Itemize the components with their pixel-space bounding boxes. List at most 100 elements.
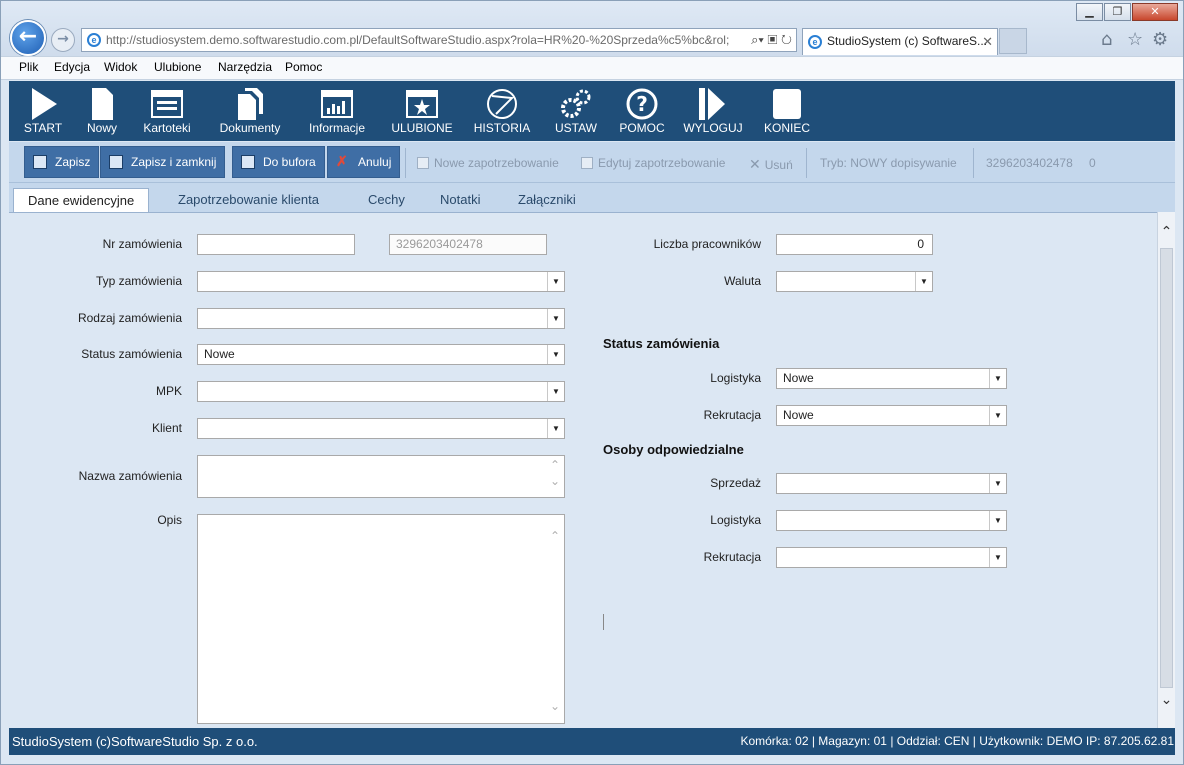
pracownicy-label: Liczba pracowników <box>653 237 761 251</box>
textarea-scrollbar[interactable]: ⌃ ⌄ <box>546 515 564 723</box>
record-id-text: 3296203402478 <box>986 156 1073 170</box>
gear-icon[interactable]: ⚙ <box>1152 29 1168 50</box>
chevron-down-icon[interactable]: ▼ <box>547 309 564 328</box>
toolbar-ustaw-button[interactable]: USTAW <box>547 81 605 141</box>
menu-narzedzia[interactable]: Narzędzia <box>218 60 272 74</box>
toolbar-kartoteki-button[interactable]: Kartoteki <box>135 81 199 141</box>
tab-dane-ewidencyjne[interactable]: Dane ewidencyjne <box>13 188 150 213</box>
to-buffer-button[interactable]: Do bufora <box>232 146 325 178</box>
typ-select[interactable]: ▼ <box>197 271 565 292</box>
svg-text:?: ? <box>636 92 648 116</box>
textarea-scrollbar[interactable]: ⌃ ⌄ <box>546 456 564 497</box>
nazwa-textarea[interactable]: ⌃ ⌄ <box>197 455 565 498</box>
menu-pomoc[interactable]: Pomoc <box>285 60 322 74</box>
address-bar[interactable]: e http://studiosystem.demo.softwarestudi… <box>81 28 797 52</box>
new-tab-button[interactable] <box>999 28 1027 54</box>
counter-text: 0 <box>1089 156 1096 170</box>
new-doc-icon <box>417 157 429 169</box>
url-text: http://studiosystem.demo.softwarestudio.… <box>106 33 730 47</box>
rekrutacja-select[interactable]: Nowe ▼ <box>776 405 1007 426</box>
browser-window: ▁ ❐ ✕ ← → e http://studiosystem.demo.sof… <box>0 0 1184 765</box>
chevron-down-icon[interactable]: ▼ <box>547 272 564 291</box>
tab-zalaczniki[interactable]: Załączniki <box>504 188 590 213</box>
mpk-label: MPK <box>155 384 182 398</box>
ie-tab-icon: e <box>808 35 822 49</box>
tab-notatki[interactable]: Notatki <box>426 188 494 213</box>
opis-label: Opis <box>157 513 182 527</box>
menu-plik[interactable]: Plik <box>19 60 38 74</box>
nr-generated-input: 3296203402478 <box>389 234 547 255</box>
chevron-down-icon[interactable]: ▼ <box>989 406 1006 425</box>
mpk-select[interactable]: ▼ <box>197 381 565 402</box>
star-window-icon <box>406 90 438 118</box>
compatibility-icon[interactable]: ▣ <box>768 32 778 47</box>
menu-edycja[interactable]: Edycja <box>54 60 90 74</box>
toolbar-dokumenty-button[interactable]: Dokumenty <box>213 81 287 141</box>
floppy-icon <box>33 155 47 169</box>
sprzedaz-select[interactable]: ▼ <box>776 473 1007 494</box>
toolbar-informacje-button[interactable]: Informacje <box>301 81 373 141</box>
search-icon[interactable]: ⌕▾ <box>751 32 764 47</box>
close-window-button[interactable]: ✕ <box>1132 3 1178 21</box>
klient-select[interactable]: ▼ <box>197 418 565 439</box>
mode-text: Tryb: NOWY dopisywanie <box>820 156 957 170</box>
status-select[interactable]: Nowe ▼ <box>197 344 565 365</box>
tab-close-icon[interactable]: ✕ <box>982 29 993 54</box>
toolbar-new-button[interactable]: Nowy <box>77 81 127 141</box>
chevron-down-icon[interactable]: ▼ <box>989 474 1006 493</box>
nazwa-label: Nazwa zamówienia <box>78 469 182 483</box>
opis-textarea[interactable]: ⌃ ⌄ <box>197 514 565 724</box>
logistyka-select[interactable]: Nowe ▼ <box>776 368 1007 389</box>
browser-tab[interactable]: e StudioSystem (c) SoftwareS... ✕ <box>802 28 998 55</box>
chevron-down-icon[interactable]: ▼ <box>989 548 1006 567</box>
chevron-down-icon[interactable]: ▼ <box>547 345 564 364</box>
help-icon: ? <box>626 88 658 120</box>
history-icon <box>487 89 517 119</box>
copyright-text: StudioSystem (c)SoftwareStudio Sp. z o.o… <box>12 734 258 749</box>
os-rekrutacja-select[interactable]: ▼ <box>776 547 1007 568</box>
save-close-button[interactable]: Zapisz i zamknij <box>100 146 226 178</box>
status-label: Status zamówienia <box>81 347 182 361</box>
menu-widok[interactable]: Widok <box>104 60 137 74</box>
status-bar: StudioSystem (c)SoftwareStudio Sp. z o.o… <box>9 728 1175 755</box>
toolbar-pomoc-button[interactable]: ? POMOC <box>613 81 671 141</box>
scroll-up-icon[interactable]: ⌃ <box>1158 224 1175 240</box>
favorites-star-icon[interactable]: ☆ <box>1127 29 1143 50</box>
tab-cechy[interactable]: Cechy <box>354 188 419 213</box>
page-scrollbar[interactable]: ⌃ ⌄ <box>1157 212 1175 728</box>
toolbar-ulubione-button[interactable]: ULUBIONE <box>387 81 457 141</box>
chevron-down-icon[interactable]: ▼ <box>915 272 932 291</box>
tab-zapotrzebowanie-klienta[interactable]: Zapotrzebowanie klienta <box>164 188 333 213</box>
rodzaj-select[interactable]: ▼ <box>197 308 565 329</box>
new-request-button[interactable]: Nowe zapotrzebowanie <box>417 156 559 170</box>
scroll-down-icon[interactable]: ⌄ <box>1158 692 1175 708</box>
chevron-down-icon[interactable]: ▼ <box>989 369 1006 388</box>
refresh-icon[interactable]: ↻ <box>781 32 792 47</box>
pracownicy-input[interactable]: 0 <box>776 234 933 255</box>
waluta-select[interactable]: ▼ <box>776 271 933 292</box>
scroll-thumb[interactable] <box>1160 248 1173 688</box>
toolbar-start-button[interactable]: START <box>17 81 69 141</box>
home-icon[interactable]: ⌂ <box>1101 29 1112 50</box>
menu-ulubione[interactable]: Ulubione <box>154 60 201 74</box>
minimize-button[interactable]: ▁ <box>1076 3 1103 21</box>
delete-button[interactable]: ✕ Usuń <box>749 156 793 173</box>
toolbar-koniec-button[interactable]: KONIEC <box>757 81 817 141</box>
back-button[interactable]: ← <box>10 20 46 56</box>
maximize-button[interactable]: ❐ <box>1104 3 1131 21</box>
forward-button[interactable]: → <box>51 28 75 52</box>
chevron-down-icon[interactable]: ▼ <box>547 419 564 438</box>
toolbar-historia-button[interactable]: HISTORIA <box>469 81 535 141</box>
edit-request-button[interactable]: Edytuj zapotrzebowanie <box>581 156 725 170</box>
toolbar-wyloguj-button[interactable]: WYLOGUJ <box>681 81 745 141</box>
cards-window-icon <box>151 90 183 118</box>
nr-input[interactable] <box>197 234 355 255</box>
cancel-button[interactable]: ✗ Anuluj <box>327 146 401 178</box>
status-section-heading: Status zamówienia <box>603 336 720 351</box>
klient-label: Klient <box>151 421 182 435</box>
os-logistyka-select[interactable]: ▼ <box>776 510 1007 531</box>
save-button[interactable]: Zapisz <box>24 146 100 178</box>
chevron-down-icon[interactable]: ▼ <box>989 511 1006 530</box>
chevron-down-icon[interactable]: ▼ <box>547 382 564 401</box>
stop-square-icon <box>773 89 801 119</box>
